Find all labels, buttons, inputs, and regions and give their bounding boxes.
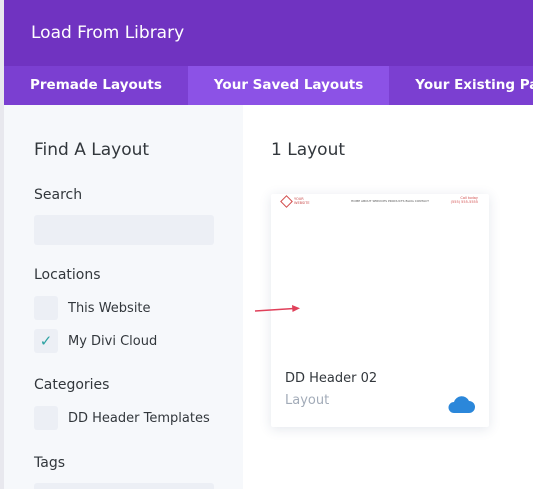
checkbox-label: My Divi Cloud	[68, 333, 158, 349]
checkbox[interactable]	[34, 296, 58, 320]
layout-count: 1 Layout	[271, 140, 346, 160]
layout-thumbnail: YOUR WEBSITE HOME ABOUT SERVICES PRODUCT…	[271, 194, 489, 208]
checkbox-label: This Website	[68, 300, 151, 316]
locations-label: Locations	[34, 267, 101, 283]
thumb-logo-text: YOUR WEBSITE	[294, 197, 310, 205]
pointer-arrow-icon	[254, 305, 300, 312]
tags-input[interactable]	[34, 483, 214, 489]
thumb-nav: HOME ABOUT SERVICES PRODUCTS BLOG CONTAC…	[351, 199, 429, 203]
checkbox-label: DD Header Templates	[68, 410, 210, 426]
category-dd-header-templates[interactable]: DD Header Templates	[34, 406, 210, 430]
checkmark-icon: ✓	[39, 332, 53, 350]
tab-bar: Premade Layouts Your Saved Layouts Your …	[4, 66, 533, 105]
find-layout-heading: Find A Layout	[34, 140, 150, 160]
cloud-icon	[448, 396, 475, 413]
layout-card-type: Layout	[285, 393, 330, 408]
thumb-phone: Call today (555) 555-5555	[450, 196, 478, 204]
categories-label: Categories	[34, 377, 110, 393]
tab-premade-layouts[interactable]: Premade Layouts	[4, 66, 188, 105]
load-from-library-modal: Load From Library Premade Layouts Your S…	[4, 0, 533, 489]
checkbox[interactable]	[34, 406, 58, 430]
checkbox[interactable]: ✓	[34, 329, 58, 353]
location-this-website[interactable]: This Website	[34, 296, 151, 320]
location-my-divi-cloud[interactable]: ✓ My Divi Cloud	[34, 329, 157, 353]
logo-icon	[280, 195, 293, 208]
layout-card-title: DD Header 02	[285, 371, 378, 386]
tab-your-saved-layouts[interactable]: Your Saved Layouts	[187, 66, 390, 105]
modal-title: Load From Library	[4, 0, 533, 66]
filter-sidebar: Find A Layout Search Locations This Webs…	[4, 105, 243, 489]
search-input[interactable]	[34, 215, 214, 245]
tab-your-existing-pages[interactable]: Your Existing Pages	[389, 66, 533, 105]
search-label: Search	[34, 187, 83, 203]
tags-label: Tags	[34, 455, 65, 471]
